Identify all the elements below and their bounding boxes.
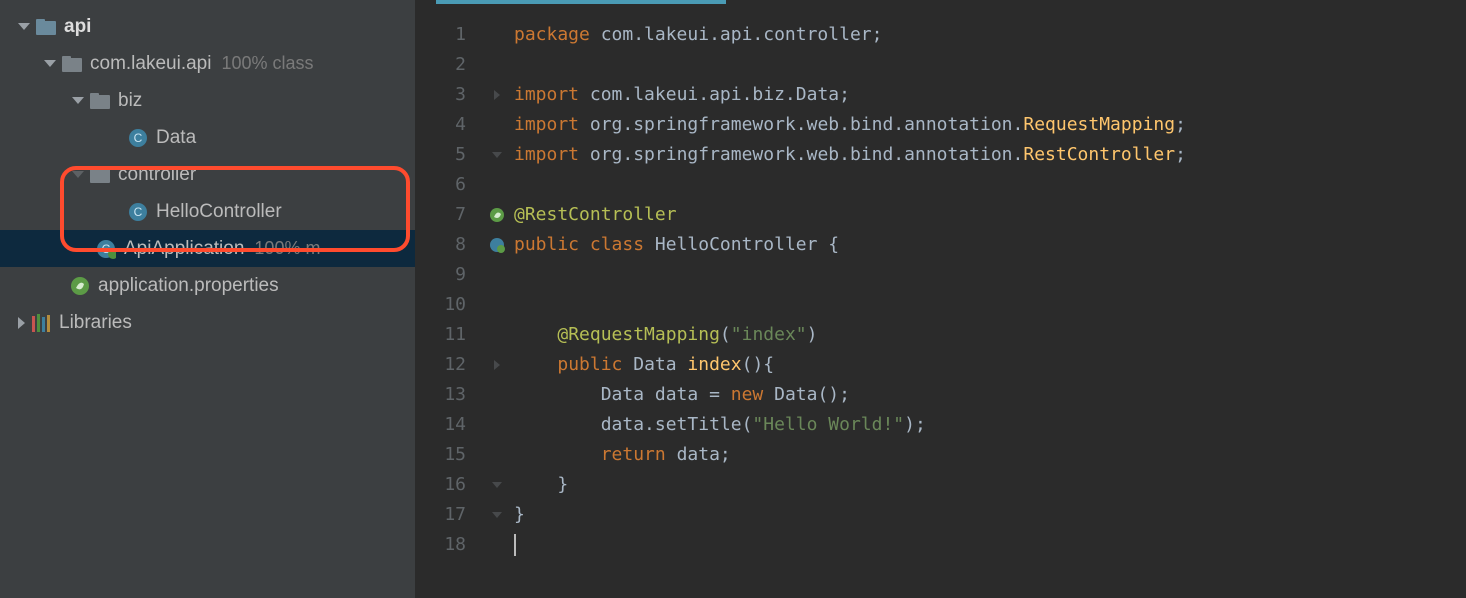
package-icon <box>62 54 82 74</box>
line-number-gutter: 1 2 3 4 5 6 7 8 9 10 11 12 13 14 15 16 1… <box>416 6 480 598</box>
text-caret <box>514 534 516 556</box>
chevron-down-icon[interactable] <box>72 171 84 178</box>
spring-bean-gutter-icon[interactable] <box>489 237 505 253</box>
code-editor[interactable]: 1 2 3 4 5 6 7 8 9 10 11 12 13 14 15 16 1… <box>416 0 1466 598</box>
app-root: api com.lakeui.api 100% class biz C Data <box>0 0 1466 598</box>
tree-label: application.properties <box>98 275 279 297</box>
tree-node-data-class[interactable]: C Data <box>0 119 415 156</box>
svg-text:C: C <box>134 131 143 145</box>
libraries-icon <box>31 313 51 333</box>
chevron-right-icon[interactable] <box>18 317 25 329</box>
tree-label: com.lakeui.api <box>90 53 211 75</box>
line-number: 16 <box>416 470 480 500</box>
tree-node-api-application[interactable]: C ApiApplication 100% m <box>0 230 415 267</box>
line-number: 15 <box>416 440 480 470</box>
code-area: 1 2 3 4 5 6 7 8 9 10 11 12 13 14 15 16 1… <box>416 6 1466 598</box>
editor-tabstrip <box>416 0 1466 6</box>
tree-node-controller[interactable]: controller <box>0 156 415 193</box>
tree-label: controller <box>118 164 196 186</box>
class-icon: C <box>128 202 148 222</box>
chevron-down-icon[interactable] <box>72 97 84 104</box>
chevron-down-icon[interactable] <box>44 60 56 67</box>
tree-node-hello-controller[interactable]: C HelloController <box>0 193 415 230</box>
gutter-marks <box>480 6 514 598</box>
coverage-hint: 100% m <box>254 238 320 259</box>
folder-icon <box>36 17 56 37</box>
fold-icon[interactable] <box>494 90 500 100</box>
spring-config-icon <box>70 276 90 296</box>
line-number: 12 <box>416 350 480 380</box>
tree-label: HelloController <box>156 201 282 223</box>
spring-run-class-icon: C <box>96 239 116 259</box>
tree-node-biz[interactable]: biz <box>0 82 415 119</box>
line-number: 5 <box>416 140 480 170</box>
line-number: 13 <box>416 380 480 410</box>
line-number: 6 <box>416 170 480 200</box>
fold-icon[interactable] <box>494 360 500 370</box>
active-tab-indicator <box>436 0 726 4</box>
tree-node-libraries[interactable]: Libraries <box>0 304 415 341</box>
line-number: 18 <box>416 530 480 560</box>
tree-node-api[interactable]: api <box>0 8 415 45</box>
line-number: 11 <box>416 320 480 350</box>
line-number: 4 <box>416 110 480 140</box>
line-number: 17 <box>416 500 480 530</box>
spring-run-gutter-icon[interactable] <box>489 207 505 223</box>
line-number: 14 <box>416 410 480 440</box>
tree-label: biz <box>118 90 142 112</box>
fold-icon[interactable] <box>492 152 502 158</box>
fold-icon[interactable] <box>492 512 502 518</box>
chevron-down-icon[interactable] <box>18 23 30 30</box>
line-number: 10 <box>416 290 480 320</box>
package-icon <box>90 91 110 111</box>
project-tree[interactable]: api com.lakeui.api 100% class biz C Data <box>0 0 416 598</box>
tree-label: Libraries <box>59 312 132 334</box>
class-icon: C <box>128 128 148 148</box>
code-text[interactable]: package com.lakeui.api.controller; impor… <box>514 6 1466 598</box>
tree-label: ApiApplication <box>124 238 244 260</box>
fold-icon[interactable] <box>492 482 502 488</box>
line-number: 2 <box>416 50 480 80</box>
line-number: 8 <box>416 230 480 260</box>
tree-node-application-properties[interactable]: application.properties <box>0 267 415 304</box>
package-icon <box>90 165 110 185</box>
line-number: 1 <box>416 20 480 50</box>
tree-label: api <box>64 16 91 38</box>
svg-text:C: C <box>134 205 143 219</box>
tree-node-package[interactable]: com.lakeui.api 100% class <box>0 45 415 82</box>
line-number: 3 <box>416 80 480 110</box>
line-number: 7 <box>416 200 480 230</box>
coverage-hint: 100% class <box>221 53 313 74</box>
line-number: 9 <box>416 260 480 290</box>
tree-label: Data <box>156 127 196 149</box>
